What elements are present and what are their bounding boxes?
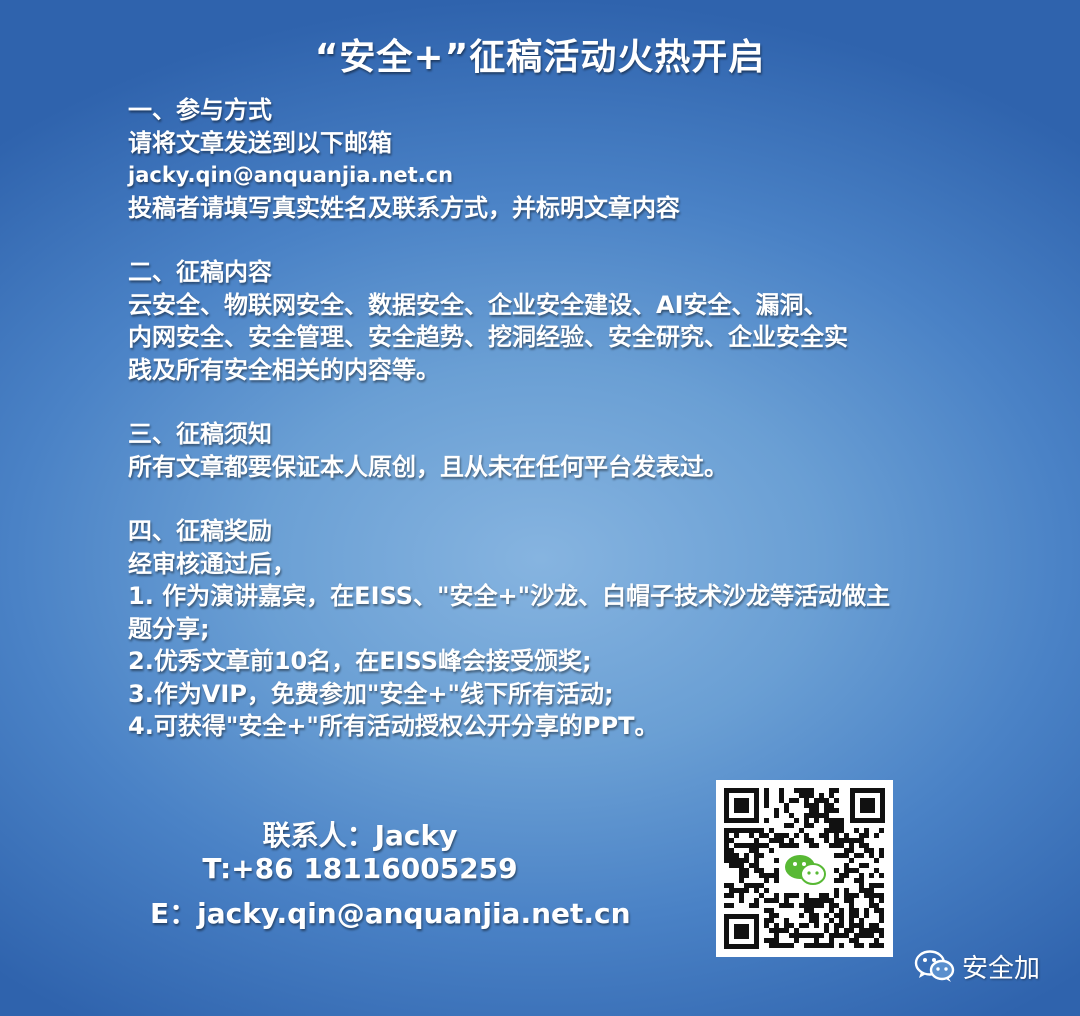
reward-item-4: 4.可获得"安全+"所有活动授权公开分享的PPT。 [128, 712, 659, 740]
submission-email-link[interactable]: jacky.qin@anquanjia.net.cn [128, 159, 1008, 192]
account-name: 安全加 [962, 953, 1041, 984]
qr-code-image [724, 788, 885, 949]
reward-item-1: 1. 作为演讲嘉宾，在EISS、"安全+"沙龙、白帽子技术沙龙等活动做主 [128, 582, 891, 610]
reward-item-1-cont: 题分享; [128, 614, 210, 643]
reward-item-2: 2.优秀文章前10名，在EISS峰会接受颁奖; [128, 647, 592, 675]
participation-instruction: 请将文章发送到以下邮箱 [128, 128, 392, 157]
reward-item-3: 3.作为VIP，免费参加"安全+"线下所有活动; [128, 679, 614, 708]
account-badge: 安全加 [914, 946, 1040, 986]
wechat-qr-code [716, 780, 893, 957]
contact-phone: T:+86 18116005259 [202, 852, 518, 885]
rewards-intro: 经审核通过后， [128, 549, 296, 578]
participation-note: 投稿者请填写真实姓名及联系方式，并标明文章内容 [128, 193, 680, 222]
section-heading-notice: 三、征稿须知 [128, 420, 272, 448]
section-heading-content: 二、征稿内容 [128, 258, 272, 286]
page-title: “安全+”征稿活动火热开启 [314, 37, 766, 78]
section-heading-participation: 一、参与方式 [128, 96, 272, 124]
content-body: 一、参与方式 请将文章发送到以下邮箱 jacky.qin@anquanjia.n… [128, 94, 1008, 743]
notice-text: 所有文章都要保证本人原创，且从未在任何平台发表过。 [128, 452, 728, 481]
qr-wechat-icon [782, 850, 828, 888]
content-topics-line-3: 践及所有安全相关的内容等。 [128, 355, 440, 384]
contact-email-link[interactable]: E：jacky.qin@anquanjia.net.cn [150, 892, 631, 932]
wechat-icon [914, 950, 955, 982]
content-topics-line-2: 内网安全、安全管理、安全趋势、挖洞经验、安全研究、企业安全实 [128, 323, 848, 351]
section-heading-rewards: 四、征稿奖励 [128, 517, 272, 545]
contact-name: 联系人：Jacky [262, 819, 458, 852]
content-topics-line-1: 云安全、物联网安全、数据安全、企业安全建设、AI安全、漏洞、 [128, 290, 828, 319]
